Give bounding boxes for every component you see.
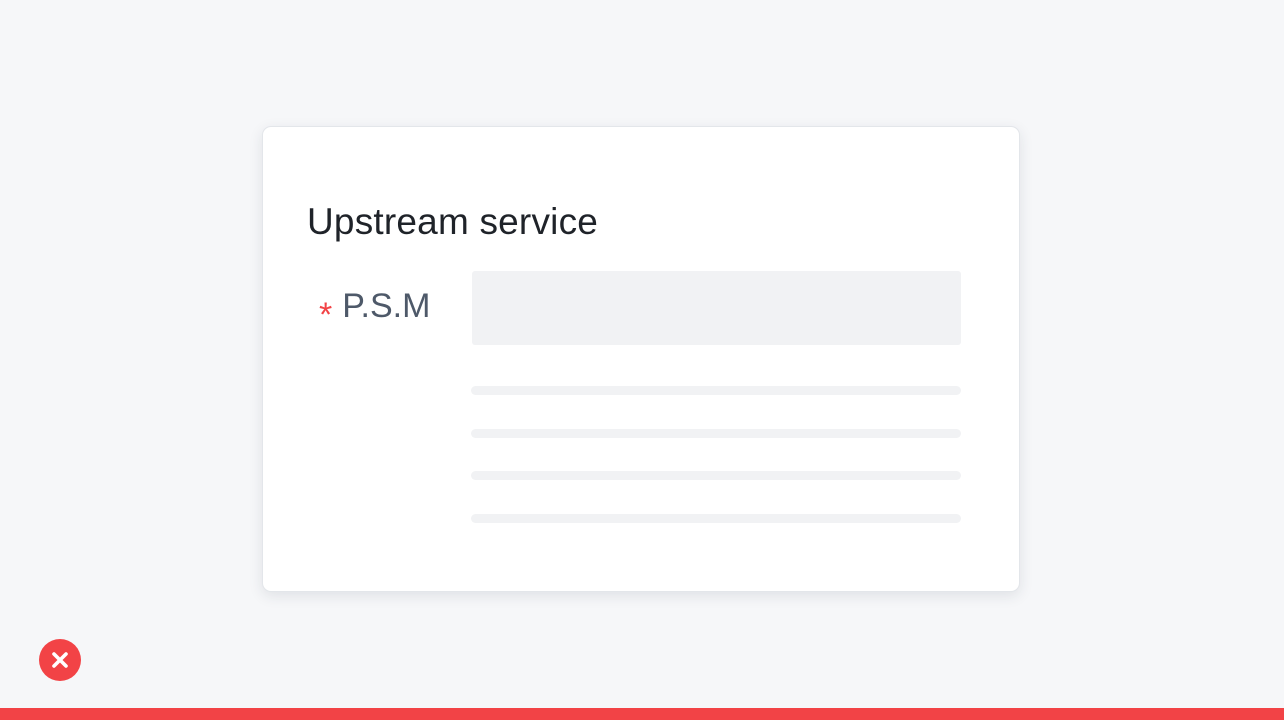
- close-icon-glyph: [52, 652, 68, 668]
- psm-input[interactable]: [472, 271, 961, 345]
- close-icon[interactable]: [39, 639, 81, 681]
- skeleton-line: [471, 429, 961, 438]
- error-status-bar: [0, 708, 1284, 720]
- required-asterisk: *: [319, 296, 333, 334]
- skeleton-line: [471, 471, 961, 480]
- card-title: Upstream service: [307, 201, 599, 242]
- skeleton-line: [471, 514, 961, 523]
- psm-label-text: P.S.M: [342, 287, 431, 325]
- skeleton-line: [471, 386, 961, 395]
- psm-field-label: * P.S.M: [319, 287, 431, 332]
- upstream-service-card: Upstream service * P.S.M: [262, 126, 1020, 592]
